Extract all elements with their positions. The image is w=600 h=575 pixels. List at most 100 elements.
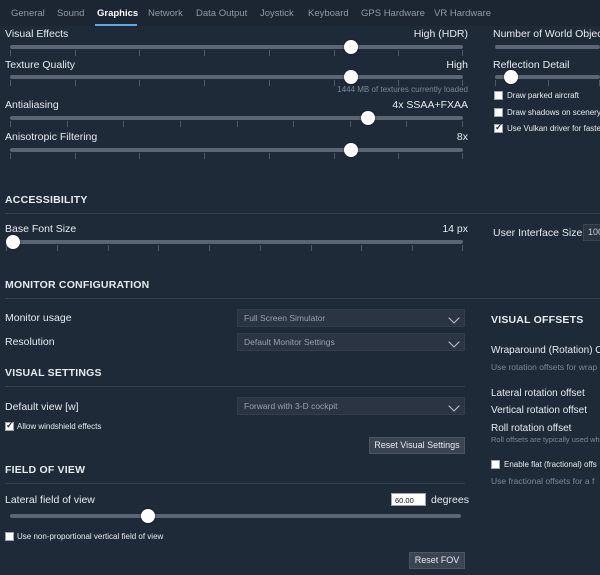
- slider-knob[interactable]: [141, 509, 155, 523]
- slider-tick: [57, 245, 58, 251]
- slider-tick: [350, 121, 351, 127]
- slider-knob[interactable]: [344, 143, 358, 157]
- reset-fov-button[interactable]: Reset FOV: [409, 552, 465, 569]
- tab-general[interactable]: General: [11, 8, 45, 19]
- visual-settings-heading: VISUAL SETTINGS: [5, 367, 102, 379]
- tab-vr-hardware[interactable]: VR Hardware: [434, 8, 491, 19]
- tab-gps-hardware[interactable]: GPS Hardware: [361, 8, 425, 19]
- slider-knob[interactable]: [6, 235, 20, 249]
- draw-parked-checkbox[interactable]: [494, 91, 503, 100]
- slider-tick: [139, 153, 140, 159]
- flat-offsets-hint: Use fractional offsets for a f: [491, 476, 595, 486]
- slider-tick: [334, 50, 335, 56]
- slider-tick: [269, 50, 270, 56]
- resolution-dropdown[interactable]: Default Monitor Settings: [237, 333, 465, 351]
- lateral-fov-input[interactable]: 60.00: [391, 493, 426, 506]
- slider-tick: [406, 121, 407, 127]
- chevron-down-icon: [448, 336, 460, 348]
- slider-tick: [75, 153, 76, 159]
- resolution-label: Resolution: [5, 336, 55, 348]
- resolution-value: Default Monitor Settings: [244, 337, 335, 347]
- slider-tick: [204, 153, 205, 159]
- monitor-usage-value: Full Screen Simulator: [244, 313, 326, 323]
- slider-knob[interactable]: [344, 40, 358, 54]
- slider-knob[interactable]: [504, 70, 518, 84]
- slider-tick: [209, 245, 210, 251]
- default-view-dropdown[interactable]: Forward with 3-D cockpit: [237, 397, 465, 415]
- roll-hint: Roll offsets are typically used wh: [491, 435, 600, 444]
- slider-tick: [108, 245, 109, 251]
- texture-quality-slider[interactable]: [10, 70, 463, 86]
- slider-tick: [204, 80, 205, 86]
- lateral-fov-slider[interactable]: [10, 509, 461, 523]
- fov-unit-label: degrees: [431, 494, 469, 506]
- antialiasing-label: Antialiasing: [5, 99, 59, 111]
- fov-heading: FIELD OF VIEW: [5, 464, 86, 476]
- vulkan-checkbox[interactable]: [494, 122, 503, 133]
- tab-data-output[interactable]: Data Output: [196, 8, 247, 19]
- slider-tick: [237, 121, 238, 127]
- slider-tick: [204, 50, 205, 56]
- draw-shadows-label: Draw shadows on scenery: [507, 108, 600, 117]
- slider-tick: [10, 121, 11, 127]
- slider-track: [495, 45, 600, 49]
- slider-tick: [67, 121, 68, 127]
- slider-tick: [75, 80, 76, 86]
- texture-memory-note: 1444 MB of textures currently loaded: [337, 85, 468, 94]
- anisotropic-filtering-value: 8x: [456, 131, 468, 143]
- reset-visual-settings-button[interactable]: Reset Visual Settings: [369, 437, 465, 454]
- slider-tick: [398, 153, 399, 159]
- slider-track: [10, 45, 463, 49]
- lateral-fov-label: Lateral field of view: [5, 494, 95, 506]
- wraparound-label: Wraparound (Rotation) O: [491, 345, 600, 356]
- slider-tick: [334, 80, 335, 86]
- slider-tick: [180, 121, 181, 127]
- fov-divider: [5, 483, 465, 484]
- visual-effects-value: High (HDR): [413, 28, 468, 40]
- slider-tick: [462, 153, 463, 159]
- world-objects-slider[interactable]: [495, 40, 600, 54]
- nonprop-fov-checkbox[interactable]: [5, 532, 14, 541]
- visual-effects-slider[interactable]: [10, 40, 463, 56]
- antialiasing-slider[interactable]: [10, 111, 463, 127]
- slider-knob[interactable]: [344, 70, 358, 84]
- vulkan-label: Use Vulkan driver for faster: [507, 124, 600, 133]
- monitor-usage-dropdown[interactable]: Full Screen Simulator: [237, 309, 465, 327]
- accessibility-heading: ACCESSIBILITY: [5, 194, 88, 206]
- ui-size-select[interactable]: 100: [583, 224, 600, 241]
- slider-track: [10, 148, 463, 152]
- slider-tick: [139, 80, 140, 86]
- reflection-detail-slider[interactable]: [495, 70, 600, 86]
- tab-joystick[interactable]: Joystick: [260, 8, 294, 19]
- slider-tick: [548, 80, 549, 86]
- windshield-checkbox[interactable]: [5, 420, 14, 431]
- slider-tick: [462, 50, 463, 56]
- anisotropic-filtering-slider[interactable]: [10, 143, 463, 159]
- monitor-usage-label: Monitor usage: [5, 312, 72, 324]
- slider-tick: [75, 50, 76, 56]
- tab-keyboard[interactable]: Keyboard: [308, 8, 349, 19]
- slider-knob[interactable]: [361, 111, 375, 125]
- draw-shadows-checkbox[interactable]: [494, 108, 503, 117]
- active-tab-indicator: [95, 24, 137, 26]
- roll-rotation-label: Roll rotation offset: [491, 423, 572, 434]
- flat-offsets-checkbox[interactable]: [491, 460, 500, 469]
- base-font-label: Base Font Size: [5, 223, 77, 235]
- slider-tick: [462, 245, 463, 251]
- monitor-divider: [5, 298, 600, 299]
- slider-tick: [10, 153, 11, 159]
- slider-tick: [269, 80, 270, 86]
- slider-tick: [158, 245, 159, 251]
- tab-network[interactable]: Network: [148, 8, 183, 19]
- tab-graphics[interactable]: Graphics: [97, 8, 138, 19]
- slider-track: [10, 75, 463, 79]
- tab-sound[interactable]: Sound: [57, 8, 84, 19]
- chevron-down-icon: [448, 312, 460, 324]
- wraparound-hint: Use rotation offsets for wrap: [491, 362, 598, 372]
- default-view-value: Forward with 3-D cockpit: [244, 401, 338, 411]
- base-font-slider[interactable]: [6, 235, 463, 251]
- slider-track: [6, 240, 463, 244]
- lateral-rotation-label: Lateral rotation offset: [491, 388, 585, 399]
- visual-offsets-heading: VISUAL OFFSETS: [491, 314, 584, 326]
- world-objects-label: Number of World Objects: [493, 28, 600, 40]
